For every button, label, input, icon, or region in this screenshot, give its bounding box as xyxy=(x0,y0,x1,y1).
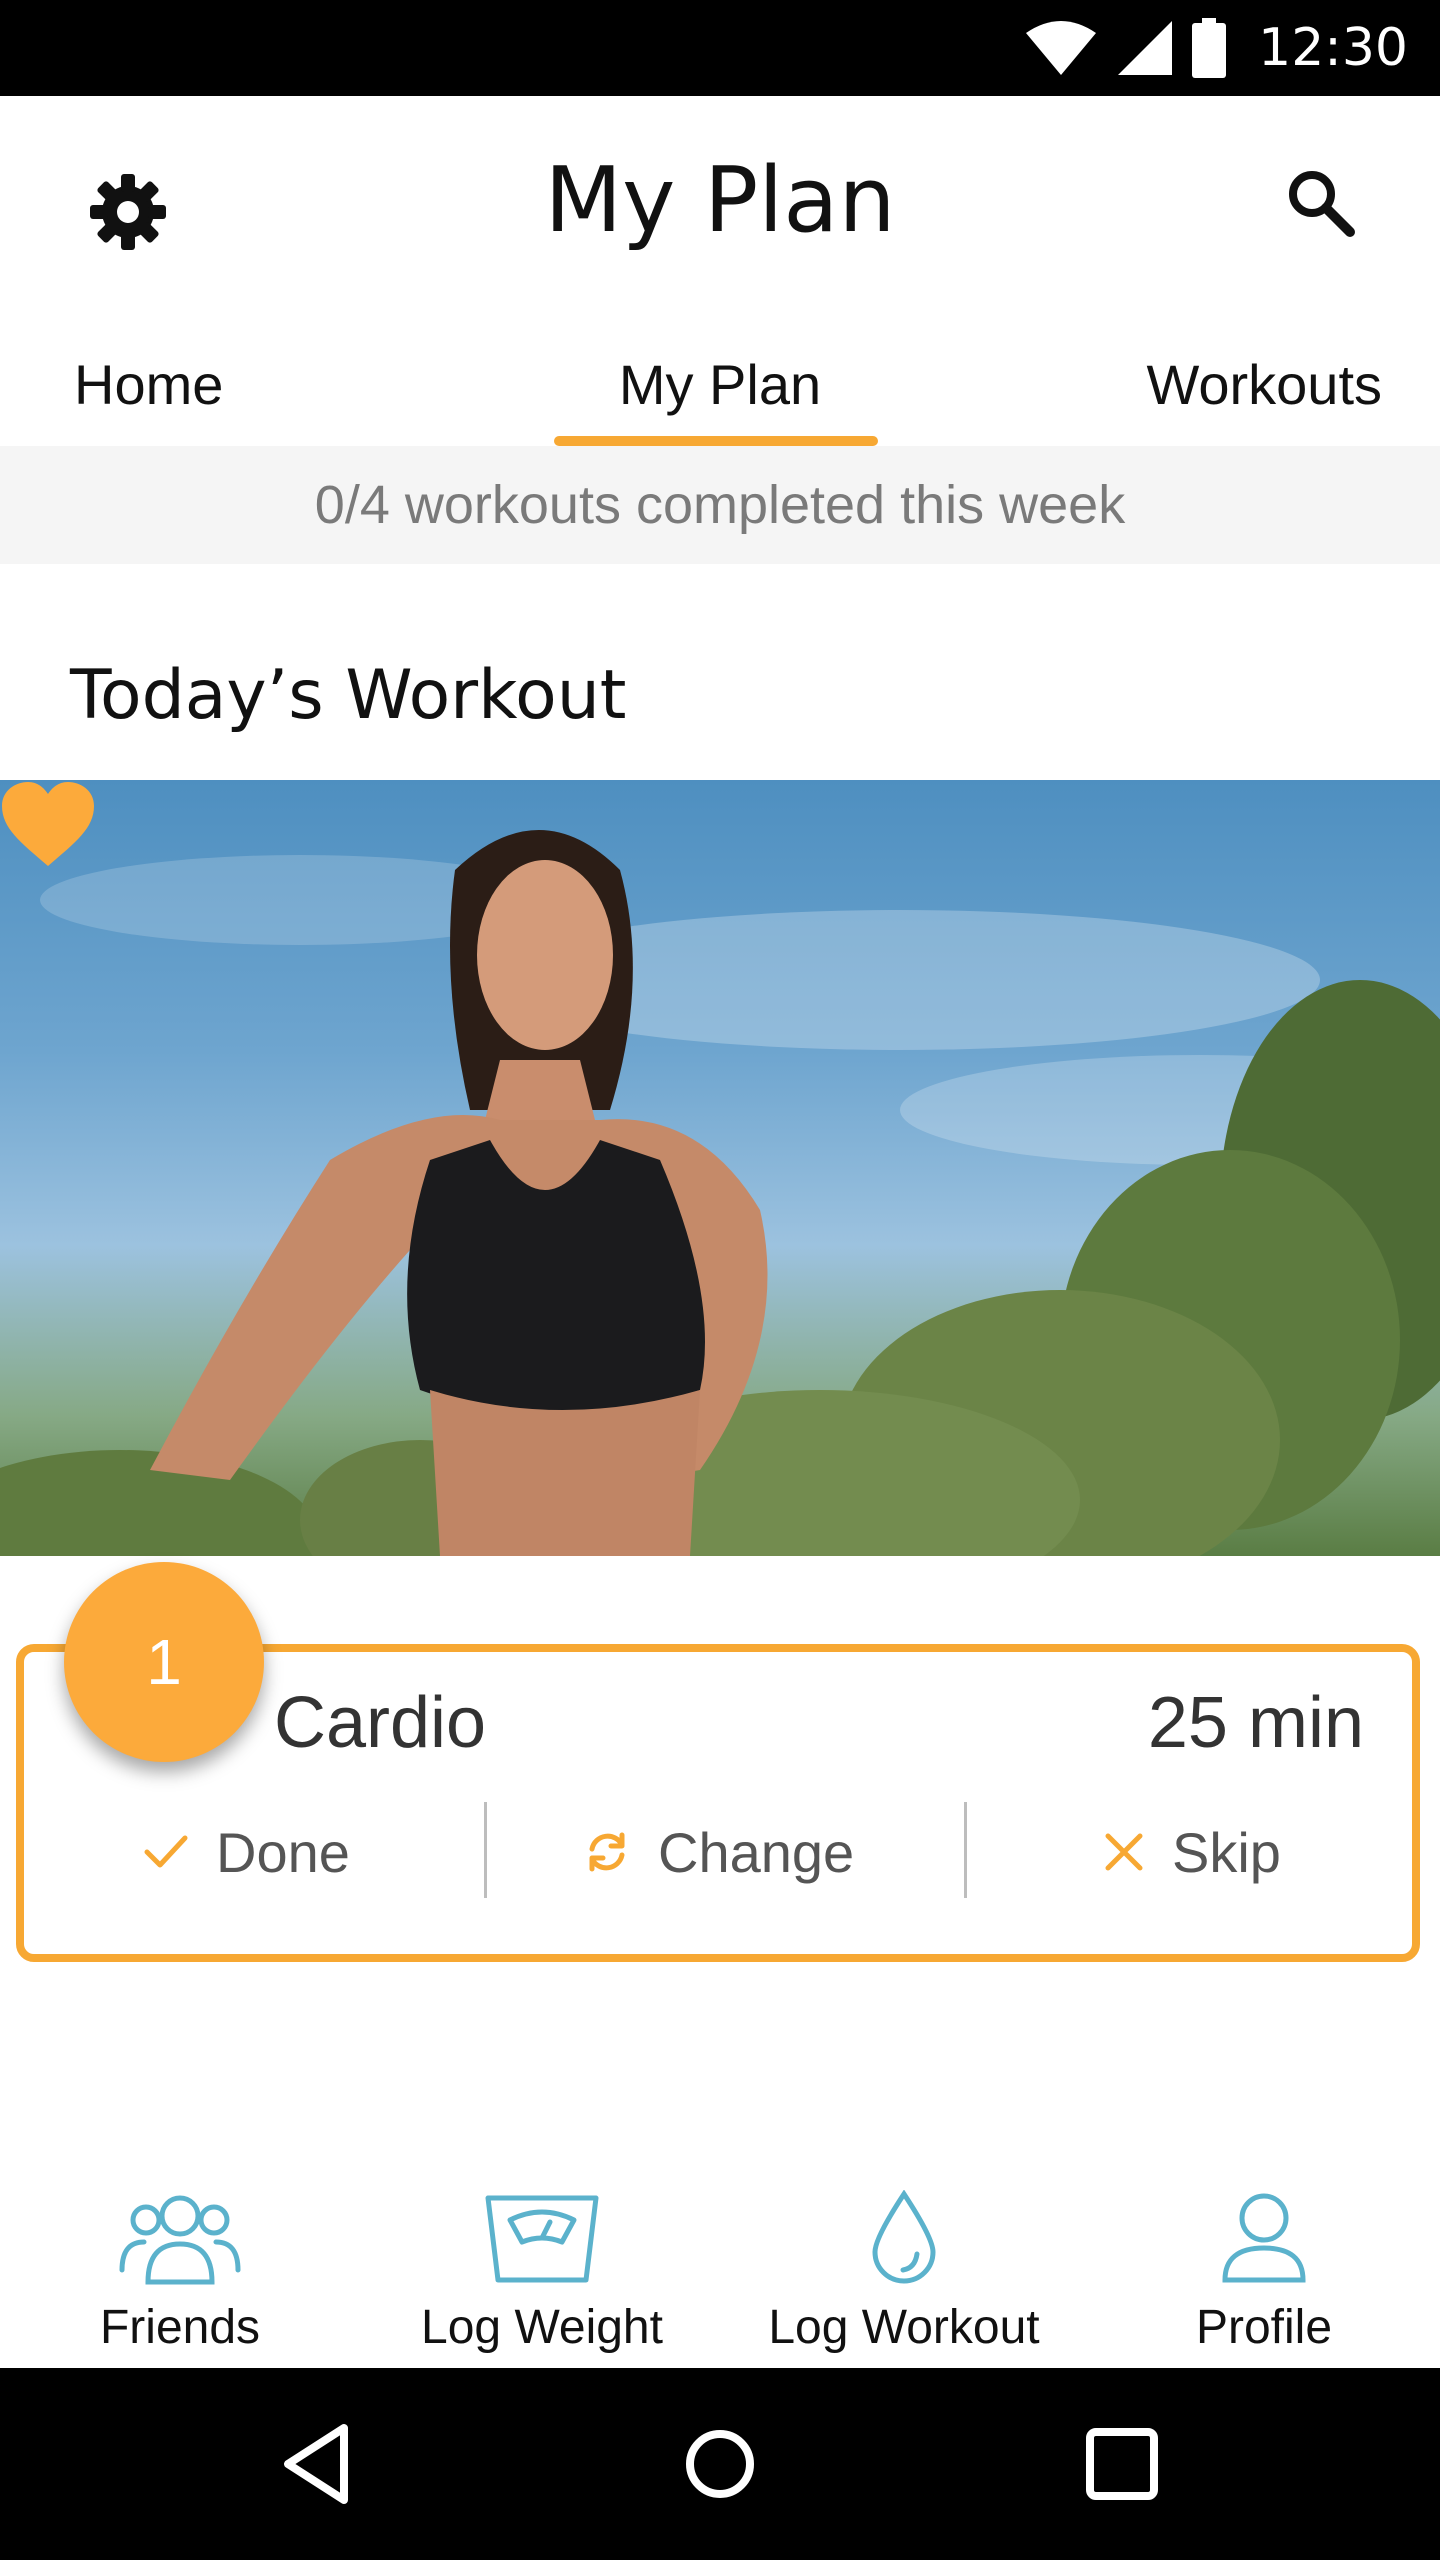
hero-photo-illustration xyxy=(0,830,1440,1556)
nav-friends[interactable]: Friends xyxy=(30,2190,330,2355)
action-divider xyxy=(964,1802,967,1898)
drop-icon xyxy=(872,2190,936,2284)
status-time: 12:30 xyxy=(1258,18,1408,78)
tab-bar: Home My Plan Workouts xyxy=(0,316,1440,446)
change-label: Change xyxy=(658,1820,855,1884)
recent-apps-icon[interactable] xyxy=(1076,2418,1168,2510)
scale-icon xyxy=(485,2195,599,2283)
home-icon[interactable] xyxy=(674,2418,766,2510)
nav-log-workout[interactable]: Log Workout xyxy=(754,2190,1054,2355)
status-icons: 12:30 xyxy=(1024,0,1408,96)
bottom-nav: Friends Log Weight Log Workout Profile xyxy=(0,2160,1440,2370)
nav-log-workout-label: Log Workout xyxy=(768,2301,1040,2354)
refresh-icon xyxy=(589,1832,625,1872)
active-tab-indicator xyxy=(554,436,878,446)
nav-log-weight-label: Log Weight xyxy=(421,2301,663,2354)
close-icon xyxy=(1105,1833,1143,1871)
action-divider xyxy=(484,1802,487,1898)
nav-log-weight[interactable]: Log Weight xyxy=(392,2190,692,2355)
tab-my-plan[interactable]: My Plan xyxy=(619,353,821,416)
heart-icon[interactable] xyxy=(0,780,96,870)
search-icon[interactable] xyxy=(1284,166,1358,240)
step-badge[interactable]: 1 xyxy=(64,1562,264,1762)
weekly-progress-text: 0/4 workouts completed this week xyxy=(0,446,1440,564)
section-title: Today’s Workout xyxy=(70,656,627,735)
skip-label: Skip xyxy=(1172,1820,1281,1884)
back-icon[interactable] xyxy=(274,2418,366,2510)
skip-button[interactable]: Skip xyxy=(1104,1802,1281,1902)
tab-home[interactable]: Home xyxy=(74,352,223,417)
change-button[interactable]: Change xyxy=(584,1802,854,1902)
status-bar: 12:30 xyxy=(0,0,1440,96)
workout-hero-image[interactable] xyxy=(0,780,1440,1556)
profile-icon xyxy=(1222,2193,1306,2283)
signal-icon xyxy=(1118,21,1173,75)
app-bar: My Plan xyxy=(0,96,1440,316)
workout-duration: 25 min xyxy=(1147,1683,1364,1763)
workout-actions: Done Change Skip xyxy=(24,1802,1412,1912)
workout-name: Cardio xyxy=(274,1683,487,1763)
wifi-icon xyxy=(1026,21,1097,75)
battery-icon xyxy=(1192,18,1227,78)
tab-workouts[interactable]: Workouts xyxy=(1147,352,1382,417)
nav-profile[interactable]: Profile xyxy=(1114,2190,1414,2355)
nav-profile-label: Profile xyxy=(1195,2301,1333,2354)
check-icon xyxy=(144,1835,188,1868)
friends-icon xyxy=(119,2195,241,2285)
system-nav-bar xyxy=(0,2368,1440,2560)
nav-friends-label: Friends xyxy=(99,2301,261,2354)
done-button[interactable]: Done xyxy=(144,1802,350,1902)
done-label: Done xyxy=(216,1820,350,1884)
page-title: My Plan xyxy=(544,148,896,253)
